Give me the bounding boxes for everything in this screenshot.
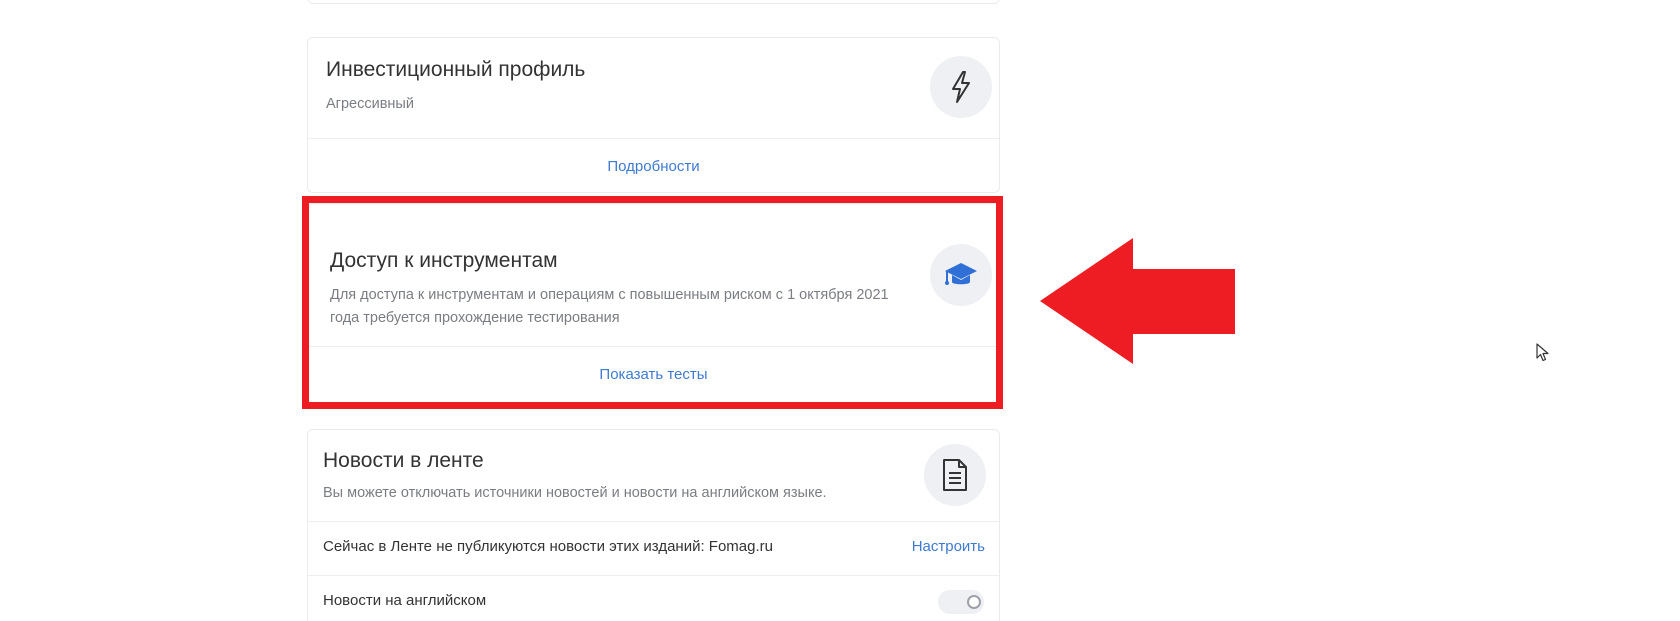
news-feed-icon-circle [924, 444, 986, 506]
english-news-toggle[interactable] [938, 590, 984, 614]
investment-profile-value: Агрессивный [326, 96, 414, 112]
show-tests-link[interactable]: Показать тесты [308, 366, 999, 383]
tools-access-description: Для доступа к инструментам и операциям с… [330, 287, 889, 326]
mouse-cursor-icon [1536, 343, 1549, 362]
lightning-icon [952, 71, 970, 103]
news-feed-divider-1 [308, 521, 999, 522]
investment-profile-divider [308, 138, 999, 139]
english-news-label: Новости на английском [323, 592, 487, 609]
details-link[interactable]: Подробности [308, 158, 999, 175]
red-arrow-icon [1040, 238, 1235, 364]
tools-access-divider [308, 346, 999, 347]
configure-link[interactable]: Настроить [912, 538, 985, 555]
news-sources-row: Сейчас в Ленте не публикуются новости эт… [323, 538, 773, 555]
news-feed-subtitle: Вы можете отключать источники новостей и… [323, 485, 827, 501]
investment-profile-icon-circle [930, 56, 992, 118]
news-feed-divider-2 [308, 575, 999, 576]
toggle-knob [967, 595, 981, 609]
previous-card-bottom [307, 0, 1000, 4]
investment-profile-card: Инвестиционный профиль Агрессивный Подро… [307, 37, 1000, 193]
investment-profile-title: Инвестиционный профиль [326, 58, 586, 81]
tools-access-card: Доступ к инструментам Для доступа к инст… [307, 203, 1000, 403]
tools-access-title: Доступ к инструментам [330, 249, 558, 272]
news-feed-card: Новости в ленте Вы можете отключать исто… [307, 429, 1000, 621]
document-icon [943, 459, 967, 491]
graduation-cap-icon [945, 263, 977, 285]
settings-page: Инвестиционный профиль Агрессивный Подро… [0, 0, 1680, 621]
tools-access-icon-circle [930, 244, 992, 306]
news-feed-title: Новости в ленте [323, 449, 484, 472]
